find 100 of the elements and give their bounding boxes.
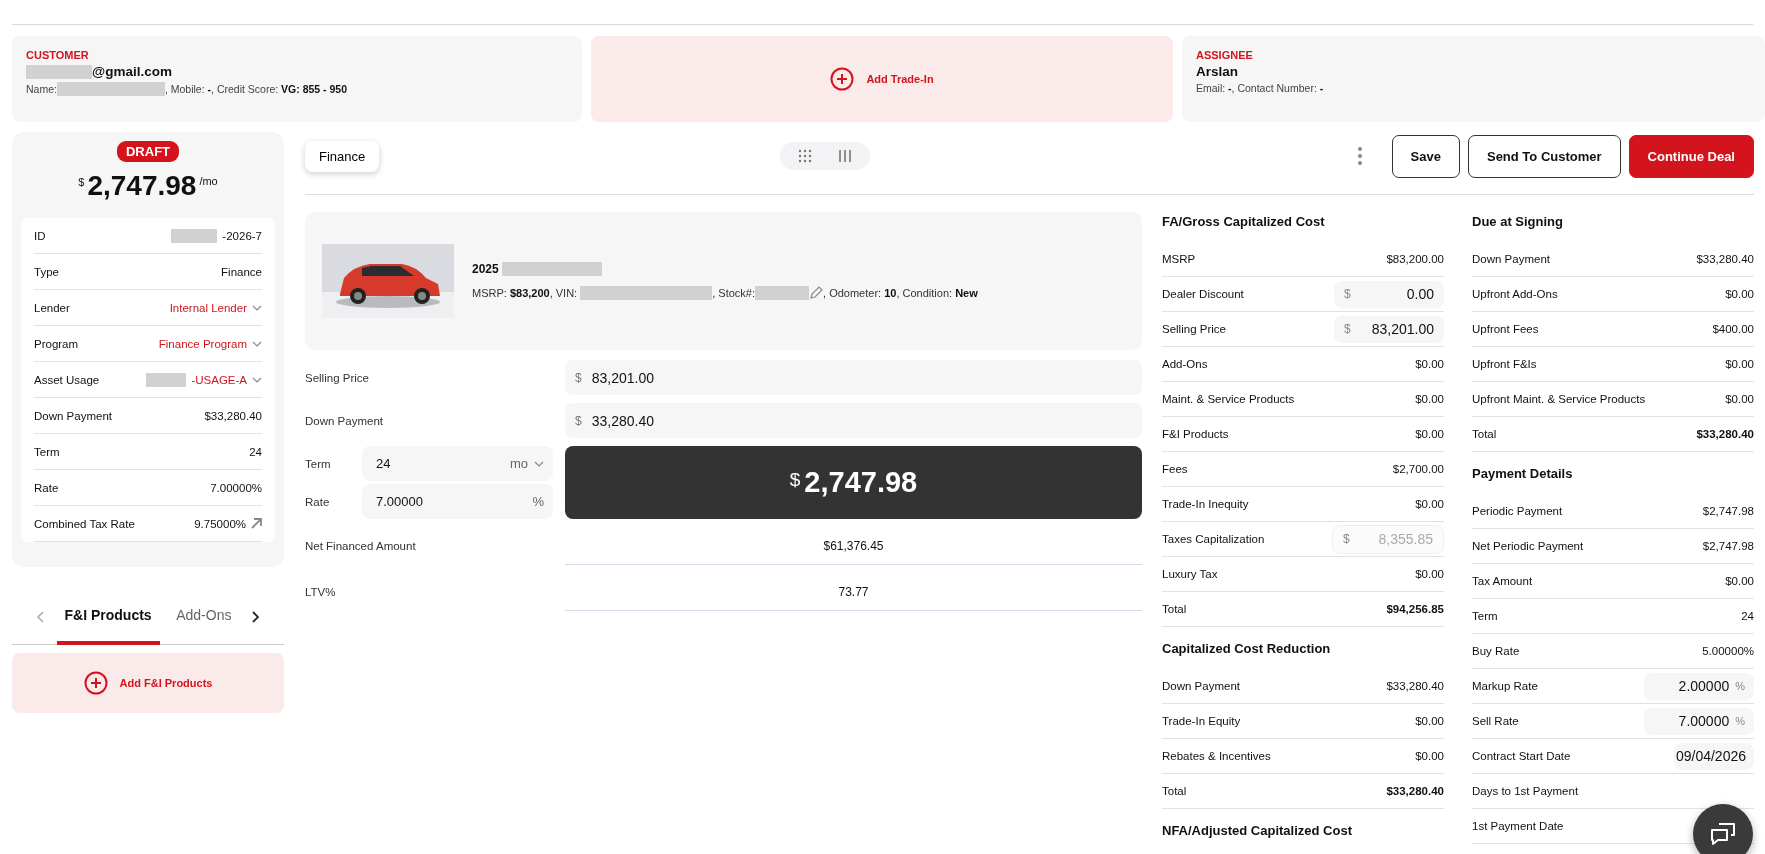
row-value: $0.00 — [1415, 715, 1444, 727]
summary-value: 9.75000% — [194, 517, 246, 530]
row-value: $0.00 — [1415, 393, 1444, 405]
row-label: Sell Rate — [1472, 715, 1519, 727]
field-label: LTV% — [305, 586, 337, 598]
summary-select[interactable]: Finance Program — [158, 337, 262, 350]
row-label: Fees — [1162, 463, 1188, 475]
summary-label: Term — [34, 445, 60, 458]
monthly-payment: 2,747.98 — [87, 170, 197, 202]
add-trade-in-button[interactable]: Add Trade-In — [591, 36, 1173, 122]
summary-value: $33,280.40 — [204, 409, 262, 422]
summary-label: Combined Tax Rate — [34, 517, 135, 530]
chevron-down-icon — [534, 460, 544, 467]
row-value: $33,280.40 — [1696, 253, 1754, 265]
rate-field[interactable]: 7.00000 % — [1644, 707, 1754, 735]
row-label: Periodic Payment — [1472, 505, 1563, 517]
date-field[interactable]: 09/04/2026 — [1674, 742, 1754, 770]
row-label: Trade-In Inequity — [1162, 498, 1249, 510]
row-label: Upfront Fees — [1472, 323, 1539, 335]
redaction-bar — [171, 228, 218, 243]
customer-details: Name: — [26, 83, 57, 95]
term-field[interactable]: 24 mo — [362, 446, 553, 481]
row-value: $2,747.98 — [1702, 540, 1754, 552]
vehicle-details: , Stock#: — [712, 287, 756, 299]
row-label: Total — [1162, 785, 1187, 797]
action-button[interactable]: Continue Deal — [1628, 134, 1754, 178]
down-payment-field[interactable]: $ 33,280.40 — [565, 403, 1142, 438]
row-label: Upfront Add-Ons — [1472, 288, 1558, 300]
row-label: Tax Amount — [1472, 575, 1533, 587]
amount-field: $ 8,355.85 — [1332, 524, 1444, 554]
row-label: Taxes Capitalization — [1162, 533, 1265, 545]
row-value: 5.00000% — [1702, 645, 1754, 657]
section-title: NFA/Adjusted Capitalized Cost — [1162, 821, 1353, 840]
summary-label: ID — [34, 229, 46, 242]
row-label: Selling Price — [1162, 323, 1226, 335]
assignee-name: Arslan — [1196, 64, 1240, 79]
amount-field[interactable]: $ 83,201.00 — [1334, 315, 1444, 343]
chat-icon[interactable] — [1693, 804, 1753, 854]
row-value: $0.00 — [1415, 750, 1444, 762]
action-button[interactable]: Send To Customer — [1467, 134, 1621, 178]
row-label: Total — [1472, 428, 1497, 440]
row-value: $0.00 — [1725, 288, 1754, 300]
summary-label: Type — [34, 265, 59, 278]
summary-value: 24 — [249, 445, 262, 458]
selling-price-field[interactable]: $ 83,201.00 — [565, 360, 1142, 395]
row-label: Term — [1472, 610, 1498, 622]
row-label: Upfront F&Is — [1472, 358, 1537, 370]
customer-details: , Mobile: -, Credit Score: VG: 855 - 950 — [164, 83, 348, 95]
row-label: Buy Rate — [1472, 645, 1520, 657]
row-label: Contract Start Date — [1472, 750, 1571, 762]
row-value: $33,280.40 — [1386, 680, 1444, 692]
grid-icon[interactable] — [798, 149, 813, 163]
field-value: $61,376.45 — [823, 538, 884, 553]
field-label: Selling Price — [305, 371, 370, 384]
row-value: $94,256.85 — [1386, 603, 1444, 615]
currency-symbol: $ — [78, 176, 85, 188]
row-value: $33,280.40 — [1696, 428, 1754, 440]
vehicle-details: MSRP: $83,200, VIN: — [472, 287, 578, 299]
row-value: $0.00 — [1415, 428, 1444, 440]
redaction-bar — [146, 372, 187, 387]
add-products-button[interactable]: Add F&I Products — [12, 653, 284, 713]
action-button[interactable]: Save — [1391, 134, 1460, 178]
columns-icon[interactable] — [838, 149, 853, 163]
summary-select[interactable]: Internal Lender — [169, 301, 262, 314]
row-label: Down Payment — [1472, 253, 1550, 265]
product-tab[interactable]: F&I Products — [56, 589, 160, 645]
assignee-details: Email: -, Contact Number: - — [1196, 82, 1325, 94]
card-label: CUSTOMER — [26, 49, 90, 61]
row-value: $33,280.40 — [1386, 785, 1444, 797]
row-value: $0.00 — [1415, 498, 1444, 510]
rate-field[interactable]: 2.00000 % — [1644, 672, 1754, 700]
row-value: $0.00 — [1725, 393, 1754, 405]
row-value: $2,747.98 — [1702, 505, 1754, 517]
period-label: /mo — [199, 175, 218, 187]
summary-value: -2026-7 — [222, 229, 262, 242]
summary-select[interactable]: -USAGE-A — [146, 372, 262, 387]
chevron-down-icon — [252, 376, 262, 383]
payment-display: $2,747.98 — [565, 446, 1142, 519]
plus-icon — [830, 67, 855, 91]
amount-field[interactable]: $ 0.00 — [1334, 280, 1444, 308]
row-label: Down Payment — [1162, 680, 1240, 692]
summary-label: Program — [34, 337, 79, 350]
product-tab[interactable]: Add-Ons — [168, 589, 240, 645]
row-label: Dealer Discount — [1162, 288, 1244, 300]
section-title: FA/Gross Capitalized Cost — [1162, 212, 1326, 231]
pencil-icon[interactable] — [809, 286, 824, 300]
section-title: Capitalized Cost Reduction — [1162, 639, 1332, 658]
chevron-down-icon — [252, 304, 262, 311]
arrow-up-right-icon[interactable] — [251, 518, 262, 529]
row-label: Luxury Tax — [1162, 568, 1218, 580]
row-label: F&I Products — [1162, 428, 1229, 440]
row-value: $0.00 — [1415, 358, 1444, 370]
rate-field[interactable]: 7.00000 % — [362, 484, 553, 519]
row-value: $0.00 — [1725, 358, 1754, 370]
row-label: Markup Rate — [1472, 680, 1538, 692]
row-label: Total — [1162, 603, 1187, 615]
row-label: 1st Payment Date — [1472, 820, 1564, 832]
deal-type-chip[interactable]: Finance — [305, 140, 380, 172]
row-value: 24 — [1741, 610, 1754, 622]
section-title: Payment Details — [1472, 464, 1574, 483]
